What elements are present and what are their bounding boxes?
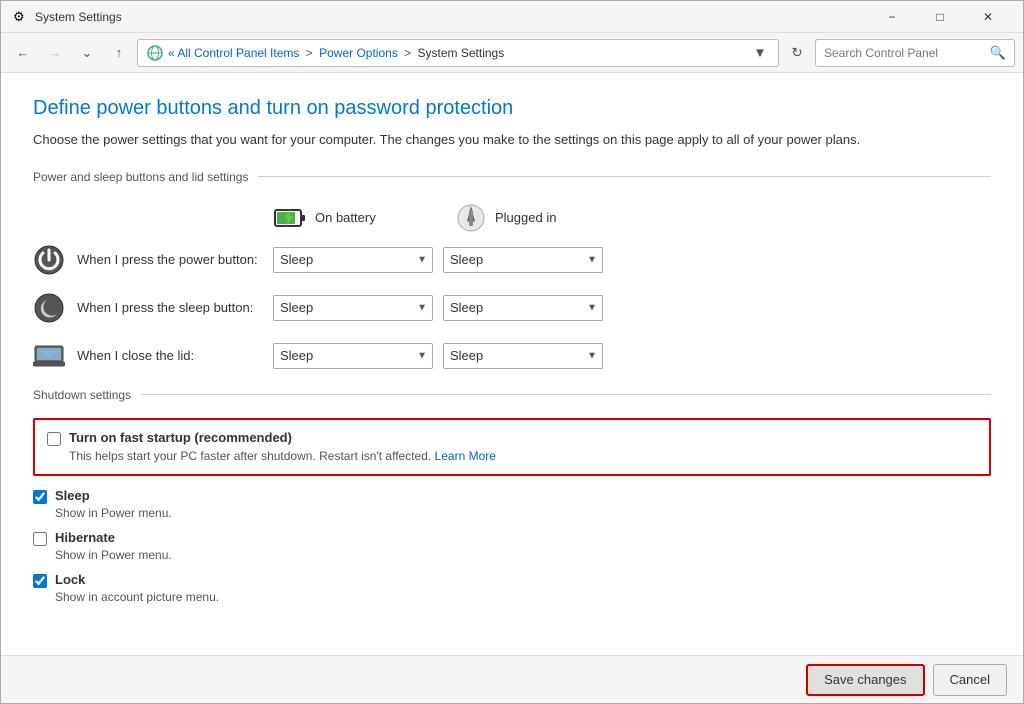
plug-icon xyxy=(453,200,489,236)
up-button[interactable]: ↑ xyxy=(105,39,133,67)
sleep-button-battery-dropdown-wrapper: Sleep Do nothing Hibernate Shut down Tur… xyxy=(273,295,433,321)
sleep-checkbox-row: Sleep xyxy=(33,488,991,504)
control-panel-icon xyxy=(146,44,164,62)
window-title: System Settings xyxy=(35,10,869,24)
close-button[interactable]: ✕ xyxy=(965,1,1011,33)
plugged-column-header: Plugged in xyxy=(453,200,633,236)
hibernate-checkbox[interactable] xyxy=(33,532,47,546)
battery-column-header: On battery xyxy=(273,200,453,236)
sleep-button-plugged-select[interactable]: Sleep Do nothing Hibernate Shut down Tur… xyxy=(443,295,603,321)
lock-checkbox[interactable] xyxy=(33,574,47,588)
section-divider xyxy=(258,176,991,177)
shutdown-section-divider xyxy=(141,394,991,395)
power-button-row: When I press the power button: Sleep Do … xyxy=(33,244,991,276)
breadcrumb-all-items[interactable]: « All Control Panel Items xyxy=(168,46,299,60)
lock-sub-text: Show in account picture menu. xyxy=(55,590,991,604)
shutdown-section-header: Shutdown settings xyxy=(33,388,991,402)
page-title: Define power buttons and turn on passwor… xyxy=(33,97,991,120)
sleep-button-row: When I press the sleep button: Sleep Do … xyxy=(33,292,991,324)
power-button-icon xyxy=(33,244,65,276)
sleep-button-plugged-dropdown-wrapper: Sleep Do nothing Hibernate Shut down Tur… xyxy=(443,295,603,321)
content-area: Define power buttons and turn on passwor… xyxy=(1,73,1023,655)
fast-startup-checkbox-row: Turn on fast startup (recommended) xyxy=(47,430,977,446)
lock-checkbox-row: Lock xyxy=(33,572,991,588)
fast-startup-box: Turn on fast startup (recommended) This … xyxy=(33,418,991,477)
breadcrumb-current: System Settings xyxy=(418,46,505,60)
lock-label[interactable]: Lock xyxy=(55,572,85,587)
cancel-button[interactable]: Cancel xyxy=(933,664,1007,696)
fast-startup-description: This helps start your PC faster after sh… xyxy=(69,448,977,465)
lid-plugged-select[interactable]: Sleep Do nothing Hibernate Shut down Tur… xyxy=(443,343,603,369)
fast-startup-label[interactable]: Turn on fast startup (recommended) xyxy=(69,430,292,445)
save-changes-button[interactable]: Save changes xyxy=(806,664,924,696)
hibernate-shutdown-item: Hibernate Show in Power menu. xyxy=(33,530,991,562)
sleep-shutdown-label[interactable]: Sleep xyxy=(55,488,90,503)
page-description: Choose the power settings that you want … xyxy=(33,130,991,150)
sleep-button-icon xyxy=(33,292,65,324)
forward-button[interactable]: → xyxy=(41,39,69,67)
lid-battery-select[interactable]: Sleep Do nothing Hibernate Shut down Tur… xyxy=(273,343,433,369)
battery-icon xyxy=(273,200,309,236)
fast-startup-checkbox[interactable] xyxy=(47,432,61,446)
recent-button[interactable]: ⌄ xyxy=(73,39,101,67)
breadcrumb: « All Control Panel Items > Power Option… xyxy=(168,46,746,60)
power-button-battery-select[interactable]: Sleep Do nothing Hibernate Shut down Tur… xyxy=(273,247,433,273)
plugged-column-label: Plugged in xyxy=(495,210,556,225)
sleep-shutdown-item: Sleep Show in Power menu. xyxy=(33,488,991,520)
sleep-checkbox[interactable] xyxy=(33,490,47,504)
power-button-plugged-dropdown-wrapper: Sleep Do nothing Hibernate Shut down Tur… xyxy=(443,247,603,273)
address-bar: « All Control Panel Items > Power Option… xyxy=(137,39,779,67)
footer: Save changes Cancel xyxy=(1,655,1023,703)
search-icon: 🔍 xyxy=(990,45,1006,61)
hibernate-sub-text: Show in Power menu. xyxy=(55,548,991,562)
minimize-button[interactable]: − xyxy=(869,1,915,33)
nav-bar: ← → ⌄ ↑ « All Control Panel Items > Powe… xyxy=(1,33,1023,73)
search-input[interactable] xyxy=(824,46,986,60)
lid-row: When I close the lid: Sleep Do nothing H… xyxy=(33,340,991,372)
hibernate-label[interactable]: Hibernate xyxy=(55,530,115,545)
power-button-battery-dropdown-wrapper: Sleep Do nothing Hibernate Shut down Tur… xyxy=(273,247,433,273)
lid-label: When I close the lid: xyxy=(77,348,273,363)
shutdown-section-title: Shutdown settings xyxy=(33,388,131,402)
buttons-section-header: Power and sleep buttons and lid settings xyxy=(33,170,991,184)
power-button-dropdowns: Sleep Do nothing Hibernate Shut down Tur… xyxy=(273,247,603,273)
refresh-button[interactable]: ↻ xyxy=(783,39,811,67)
lid-dropdowns: Sleep Do nothing Hibernate Shut down Tur… xyxy=(273,343,603,369)
breadcrumb-power-options[interactable]: Power Options xyxy=(319,46,398,60)
buttons-section-title: Power and sleep buttons and lid settings xyxy=(33,170,248,184)
address-dropdown-button[interactable]: ▼ xyxy=(750,40,770,66)
lid-battery-dropdown-wrapper: Sleep Do nothing Hibernate Shut down Tur… xyxy=(273,343,433,369)
title-bar: ⚙ System Settings − □ ✕ xyxy=(1,1,1023,33)
columns-header: On battery Plugged in xyxy=(273,200,991,236)
battery-column-label: On battery xyxy=(315,210,376,225)
lid-plugged-dropdown-wrapper: Sleep Do nothing Hibernate Shut down Tur… xyxy=(443,343,603,369)
sleep-sub-text: Show in Power menu. xyxy=(55,506,991,520)
lid-icon xyxy=(33,340,65,372)
power-button-plugged-select[interactable]: Sleep Do nothing Hibernate Shut down Tur… xyxy=(443,247,603,273)
system-settings-window: ⚙ System Settings − □ ✕ ← → ⌄ ↑ « All Co… xyxy=(0,0,1024,704)
window-icon: ⚙ xyxy=(13,9,29,25)
sleep-button-battery-select[interactable]: Sleep Do nothing Hibernate Shut down Tur… xyxy=(273,295,433,321)
sleep-button-dropdowns: Sleep Do nothing Hibernate Shut down Tur… xyxy=(273,295,603,321)
power-button-label: When I press the power button: xyxy=(77,252,273,267)
sleep-button-label: When I press the sleep button: xyxy=(77,300,273,315)
back-button[interactable]: ← xyxy=(9,39,37,67)
title-bar-controls: − □ ✕ xyxy=(869,1,1011,33)
learn-more-link[interactable]: Learn More xyxy=(435,449,496,463)
search-box: 🔍 xyxy=(815,39,1015,67)
maximize-button[interactable]: □ xyxy=(917,1,963,33)
hibernate-checkbox-row: Hibernate xyxy=(33,530,991,546)
lock-shutdown-item: Lock Show in account picture menu. xyxy=(33,572,991,604)
